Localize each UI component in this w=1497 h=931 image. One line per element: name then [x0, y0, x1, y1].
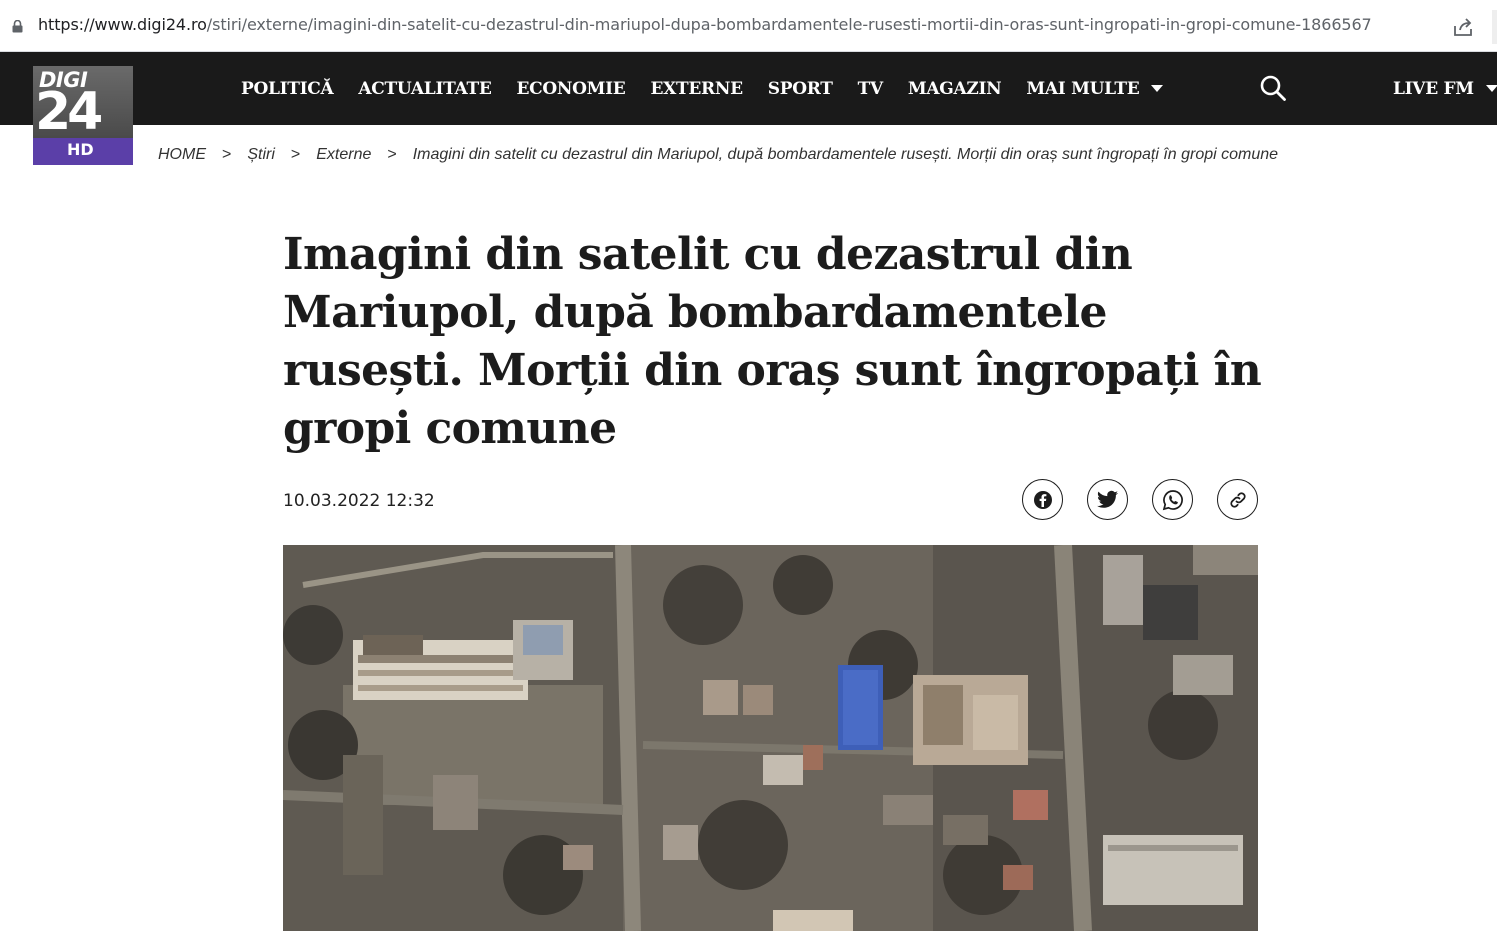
- lock-icon[interactable]: [12, 20, 23, 33]
- logo-number: 24: [35, 82, 103, 142]
- url-field[interactable]: https://www.digi24.ro/stiri/externe/imag…: [38, 15, 1372, 34]
- share-twitter-button[interactable]: [1087, 479, 1128, 520]
- search-icon[interactable]: [1259, 74, 1287, 102]
- copy-link-button[interactable]: [1217, 479, 1258, 520]
- chevron-down-icon: [1151, 85, 1164, 92]
- breadcrumb-home[interactable]: HOME: [158, 146, 206, 164]
- article-date: 10.03.2022 12:32: [283, 491, 435, 511]
- url-path: /stiri/externe/imagini-din-satelit-cu-de…: [206, 15, 1372, 34]
- twitter-icon: [1096, 490, 1118, 508]
- breadcrumb-separator: >: [222, 146, 232, 163]
- breadcrumb-separator: >: [290, 146, 301, 163]
- breadcrumb-stiri[interactable]: Știri: [247, 146, 275, 164]
- nav-more-label: MAI MULTE: [1026, 78, 1140, 99]
- facebook-icon: [1033, 490, 1052, 509]
- nav-item-tv[interactable]: TV: [858, 79, 884, 99]
- share-buttons: [1022, 479, 1258, 520]
- breadcrumb: HOME > Știri > Externe > Imagini din sat…: [158, 146, 1278, 164]
- article-title: Imagini din satelit cu dezastrul din Mar…: [283, 229, 1262, 454]
- share-facebook-button[interactable]: [1022, 479, 1063, 520]
- whatsapp-icon: [1162, 489, 1183, 510]
- url-host: https://www.digi24.ro: [38, 15, 207, 34]
- nav-item-magazin[interactable]: MAGAZIN: [908, 79, 1002, 99]
- nav-item-actualitate[interactable]: ACTUALITATE: [358, 79, 491, 99]
- toolbar-divider: [1492, 10, 1497, 44]
- nav-item-economie[interactable]: ECONOMIE: [516, 79, 625, 99]
- nav-item-sport[interactable]: SPORT: [768, 79, 833, 99]
- main-menu: POLITICĂ ACTUALITATE ECONOMIE EXTERNE SP…: [241, 52, 1188, 125]
- nav-item-politica[interactable]: POLITICĂ: [241, 79, 334, 99]
- breadcrumb-externe[interactable]: Externe: [316, 146, 371, 164]
- breadcrumb-current: Imagini din satelit cu dezastrul din Mar…: [412, 146, 1279, 163]
- share-icon[interactable]: [1452, 16, 1474, 38]
- link-icon: [1229, 491, 1246, 508]
- live-fm-label: LIVE FM: [1393, 78, 1474, 99]
- browser-address-bar: https://www.digi24.ro/stiri/externe/imag…: [0, 0, 1497, 52]
- chevron-down-icon: [1485, 85, 1497, 92]
- breadcrumb-separator: >: [387, 146, 397, 163]
- share-whatsapp-button[interactable]: [1152, 479, 1193, 520]
- logo-hd-text: HD: [67, 140, 94, 159]
- nav-item-mai-multe[interactable]: MAI MULTE: [1026, 78, 1164, 99]
- digi24-logo[interactable]: DIGI 24 HD: [33, 66, 133, 165]
- satellite-image: [283, 545, 1258, 931]
- live-fm-button[interactable]: LIVE FM: [1393, 52, 1497, 125]
- nav-item-externe[interactable]: EXTERNE: [650, 79, 743, 99]
